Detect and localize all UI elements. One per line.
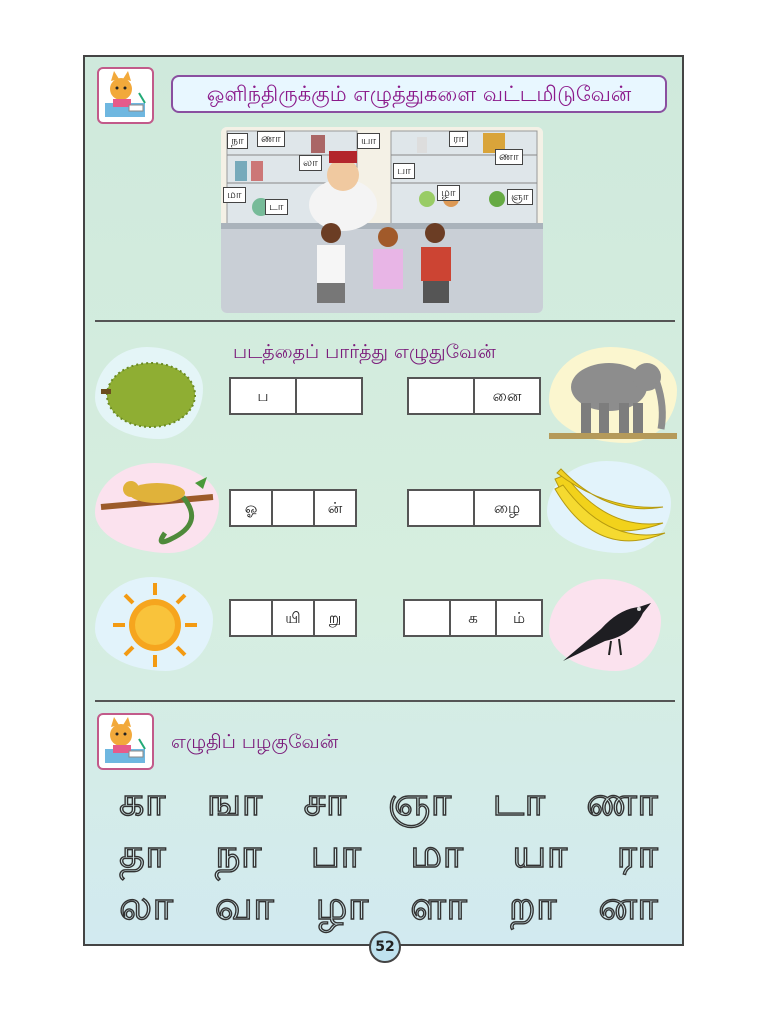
answer-cell[interactable] <box>407 377 475 415</box>
jackfruit-image <box>95 347 203 439</box>
answer-cell[interactable]: க <box>449 599 497 637</box>
hidden-letter[interactable]: மா <box>223 187 246 203</box>
trace-letter[interactable]: லா <box>118 882 174 934</box>
hidden-letter[interactable]: டா <box>265 199 288 215</box>
trace-letter[interactable]: மா <box>409 830 464 882</box>
shop-scene-illustration: நா ணா யா ரா லா பா ணா மா டா ழா ஞா <box>221 127 543 313</box>
answer-cell[interactable]: ஓ <box>229 489 273 527</box>
trace-letter[interactable]: டா <box>492 778 546 830</box>
trace-letter[interactable]: பா <box>310 830 362 882</box>
answer-cell[interactable] <box>407 489 475 527</box>
trace-letter[interactable]: வா <box>214 882 275 934</box>
hidden-letter[interactable]: ணா <box>495 149 523 165</box>
answer-boxes-sun: யி று <box>229 599 357 637</box>
answer-cell[interactable]: று <box>313 599 357 637</box>
chameleon-image <box>95 463 219 553</box>
answer-cell[interactable]: ழை <box>473 489 541 527</box>
answer-boxes-crow: க ம் <box>403 599 543 637</box>
trace-letter[interactable]: றா <box>508 882 558 934</box>
answer-cell[interactable]: னை <box>473 377 541 415</box>
trace-letter[interactable]: நா <box>214 830 263 882</box>
section-title-look-and-write: படத்தைப் பார்த்து எழுதுவேன் <box>233 341 496 363</box>
hidden-letter[interactable]: லா <box>299 155 322 171</box>
answer-boxes-elephant: னை <box>407 377 541 415</box>
answer-cell[interactable] <box>271 489 315 527</box>
trace-letter[interactable]: ணா <box>585 778 659 830</box>
answer-boxes-jackfruit: ப <box>229 377 363 415</box>
answer-boxes-chameleon: ஓ ன் <box>229 489 357 527</box>
trace-letter[interactable]: ரா <box>616 830 659 882</box>
hidden-letter[interactable]: நா <box>227 133 248 149</box>
answer-cell[interactable] <box>295 377 363 415</box>
answer-boxes-banana: ழை <box>407 489 541 527</box>
section-title-practice-writing: எழுதிப் பழகுவேன் <box>171 731 339 753</box>
trace-row-1: கா ஙா சா ஞா டா ணா <box>118 778 659 830</box>
trace-row-3: லா வா ழா ளா றா னா <box>118 882 659 934</box>
trace-letter[interactable]: சா <box>303 778 347 830</box>
answer-cell[interactable] <box>229 599 273 637</box>
cat-student-icon <box>97 713 154 770</box>
answer-cell[interactable]: யி <box>271 599 315 637</box>
section-divider <box>95 700 675 702</box>
trace-letter[interactable]: ஞா <box>387 778 453 830</box>
hidden-letter[interactable]: பா <box>393 163 415 179</box>
answer-cell[interactable]: ப <box>229 377 297 415</box>
sun-image <box>95 577 213 671</box>
banana-image <box>547 461 671 553</box>
trace-letter[interactable]: னா <box>598 882 659 934</box>
hidden-letter[interactable]: ரா <box>449 131 469 147</box>
trace-letter[interactable]: ளா <box>409 882 468 934</box>
answer-cell[interactable]: ம் <box>495 599 543 637</box>
cat-student-icon <box>97 67 154 124</box>
trace-row-2: தா நா பா மா யா ரா <box>118 830 659 882</box>
answer-cell[interactable]: ன் <box>313 489 357 527</box>
trace-letter[interactable]: ஙா <box>206 778 264 830</box>
hidden-letter[interactable]: யா <box>357 133 381 149</box>
worksheet-page: ஒளிந்திருக்கும் எழுத்துகளை வட்டமிடுவேன் <box>83 55 684 946</box>
answer-cell[interactable] <box>403 599 451 637</box>
section-divider <box>95 320 675 322</box>
elephant-image <box>549 347 677 443</box>
hidden-letter[interactable]: ணா <box>257 131 285 147</box>
hidden-letter[interactable]: ழா <box>437 185 460 201</box>
trace-letter[interactable]: ழா <box>315 882 369 934</box>
trace-letter[interactable]: கா <box>118 778 166 830</box>
trace-letter[interactable]: தா <box>118 830 167 882</box>
page-number: 52 <box>369 931 401 963</box>
trace-letter[interactable]: யா <box>512 830 569 882</box>
hidden-letter[interactable]: ஞா <box>507 189 533 205</box>
section-title-hidden-letters: ஒளிந்திருக்கும் எழுத்துகளை வட்டமிடுவேன் <box>171 75 667 113</box>
crow-image <box>549 579 661 671</box>
